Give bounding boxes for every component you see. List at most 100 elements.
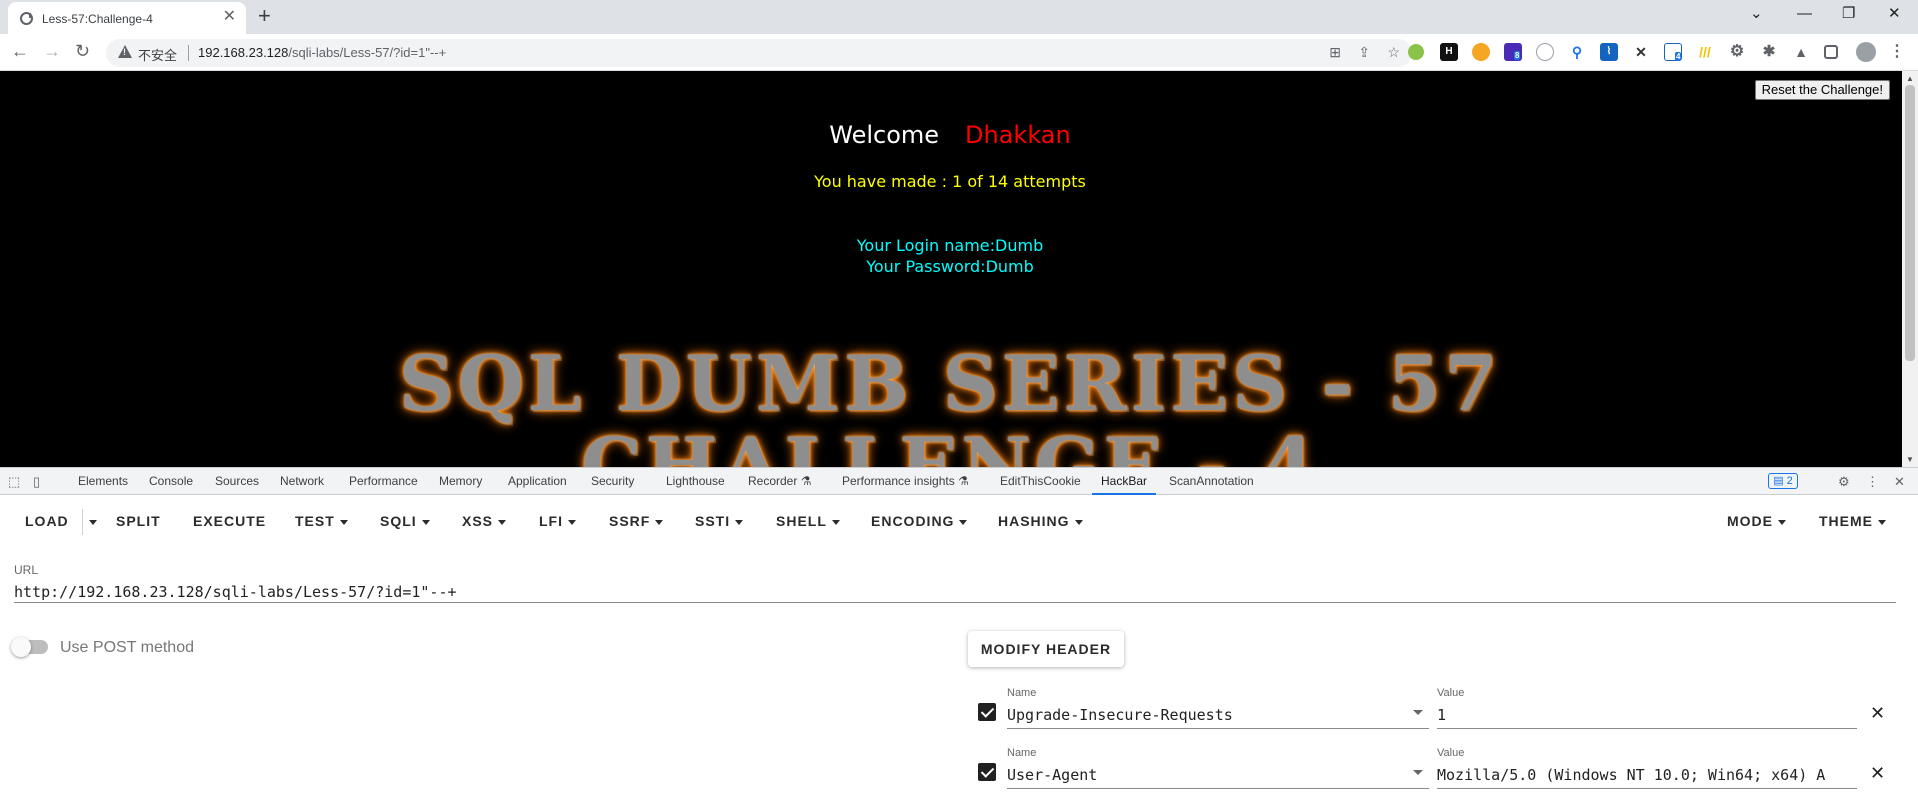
inspect-element-icon[interactable]: ⬚	[8, 474, 20, 490]
new-tab-button[interactable]: +	[258, 5, 271, 27]
tab-elements[interactable]: Elements	[78, 468, 128, 495]
remove-header-icon[interactable]: ✕	[1870, 703, 1885, 724]
flask-icon[interactable]: ▲	[1792, 43, 1810, 61]
load-dropdown-icon[interactable]	[84, 513, 97, 529]
extension-h-icon[interactable]: H	[1440, 43, 1458, 61]
sqli-menu-label: SQLI	[380, 513, 417, 529]
extension-link-icon[interactable]	[1536, 43, 1554, 61]
share-icon[interactable]: ⇪	[1358, 44, 1370, 61]
url-text[interactable]: 192.168.23.128/sqli-labs/Less-57/?id=1"-…	[198, 45, 446, 60]
tab-sources[interactable]: Sources	[215, 468, 259, 495]
page-scrollbar[interactable]: ▲ ▼	[1902, 71, 1918, 467]
tab-console[interactable]: Console	[149, 468, 193, 495]
settings-gear-icon[interactable]: ⚙	[1838, 474, 1850, 490]
chevron-down-icon[interactable]: ⌄	[1750, 4, 1763, 24]
encoding-menu[interactable]: ENCODING	[871, 513, 968, 529]
sqli-menu[interactable]: SQLI	[380, 513, 430, 529]
header-enabled-checkbox[interactable]	[978, 763, 996, 781]
extension-scan-icon[interactable]: 4	[1664, 43, 1682, 61]
banner-subtitle: CHALLENGE - 4	[581, 421, 1319, 467]
scroll-up-icon[interactable]: ▲	[1906, 74, 1914, 83]
kebab-menu-icon[interactable]: ⋮	[1888, 43, 1906, 61]
extension-x-icon[interactable]: ✕	[1632, 43, 1650, 61]
badge-8: 8	[1514, 51, 1521, 60]
security-label[interactable]: 不安全	[138, 45, 177, 64]
gear-icon[interactable]: ⚙	[1728, 43, 1746, 61]
device-toolbar-icon[interactable]: ▯	[33, 474, 40, 490]
extension-hat-icon[interactable]: 8	[1504, 43, 1522, 61]
tab-recorder[interactable]: Recorder ⚗	[748, 468, 811, 495]
xss-menu[interactable]: XSS	[462, 513, 507, 529]
theme-menu-label: THEME	[1819, 513, 1873, 529]
header-value-field[interactable]: Mozilla/5.0 (Windows NT 10.0; Win64; x64…	[1437, 763, 1857, 789]
extension-lines-icon[interactable]: ///	[1696, 43, 1714, 61]
header-enabled-checkbox[interactable]	[978, 703, 996, 721]
back-arrow-icon[interactable]: ←	[11, 42, 29, 60]
extension-circle-icon[interactable]	[1408, 44, 1424, 60]
tab-close-button[interactable]: ✕	[223, 9, 236, 25]
test-menu-label: TEST	[295, 513, 335, 529]
more-options-icon[interactable]: ⋮	[1866, 474, 1879, 490]
reset-challenge-button[interactable]: Reset the Challenge!	[1754, 80, 1890, 100]
browser-tab[interactable]: Less-57:Challenge-4 ✕	[8, 2, 246, 34]
chat-icon: ▤	[1773, 475, 1784, 487]
shell-menu[interactable]: SHELL	[776, 513, 840, 529]
split-button[interactable]: SPLIT	[116, 513, 161, 529]
load-button[interactable]: LOAD	[25, 513, 69, 529]
issues-badge[interactable]: ▤ 2	[1768, 473, 1798, 489]
tab-application[interactable]: Application	[508, 468, 567, 495]
xss-menu-label: XSS	[462, 513, 494, 529]
tab-performance-insights[interactable]: Performance insights ⚗	[842, 468, 969, 495]
tab-memory[interactable]: Memory	[439, 468, 482, 495]
tab-performance-insights-label: Performance insights	[842, 474, 955, 488]
scroll-down-icon[interactable]: ▼	[1906, 455, 1914, 464]
caret-down-icon	[655, 519, 664, 525]
tab-lighthouse[interactable]: Lighthouse	[666, 468, 725, 495]
modify-header-button[interactable]: MODIFY HEADER	[968, 631, 1124, 667]
tab-security[interactable]: Security	[591, 468, 634, 495]
ssti-menu[interactable]: SSTI	[695, 513, 744, 529]
test-menu[interactable]: TEST	[295, 513, 348, 529]
restore-button[interactable]: ❐	[1842, 4, 1855, 24]
caret-down-icon[interactable]	[1413, 770, 1423, 775]
tab-scanannotation[interactable]: ScanAnnotation	[1169, 468, 1254, 495]
extension-chart-icon[interactable]: ⌇	[1600, 43, 1618, 61]
lfi-menu-label: LFI	[539, 513, 563, 529]
close-devtools-icon[interactable]: ✕	[1894, 474, 1905, 490]
header-name-field[interactable]: User-Agent	[1007, 763, 1429, 789]
address-bar[interactable]: 不安全 192.168.23.128/sqli-labs/Less-57/?id…	[106, 39, 1412, 67]
mode-menu[interactable]: MODE	[1727, 513, 1786, 529]
scrollbar-thumb[interactable]	[1905, 85, 1915, 361]
url-label: URL	[14, 563, 39, 577]
ssrf-menu[interactable]: SSRF	[609, 513, 664, 529]
translate-icon[interactable]: ⊞	[1329, 44, 1341, 61]
caret-down-icon	[339, 519, 348, 525]
reload-icon[interactable]: ↻	[75, 42, 90, 60]
theme-menu[interactable]: THEME	[1819, 513, 1886, 529]
side-panel-icon[interactable]	[1824, 45, 1838, 59]
caret-down-icon[interactable]	[1413, 710, 1423, 715]
user-name: Dhakkan	[965, 121, 1071, 149]
hashing-menu[interactable]: HASHING	[998, 513, 1083, 529]
url-input[interactable]	[14, 581, 1896, 603]
tab-performance[interactable]: Performance	[349, 468, 418, 495]
tab-recorder-label: Recorder	[748, 474, 798, 488]
window-close-button[interactable]: ✕	[1888, 4, 1901, 24]
cookie-icon[interactable]	[1472, 43, 1490, 61]
tab-hackbar[interactable]: HackBar	[1092, 468, 1157, 495]
remove-header-icon[interactable]: ✕	[1870, 763, 1885, 784]
post-method-toggle[interactable]	[11, 637, 48, 657]
tab-editthiscookie[interactable]: EditThisCookie	[1000, 468, 1081, 495]
encoding-menu-label: ENCODING	[871, 513, 955, 529]
profile-avatar-icon[interactable]	[1856, 42, 1876, 62]
forward-arrow-icon[interactable]: →	[43, 42, 61, 60]
minimize-button[interactable]: —	[1797, 4, 1812, 24]
extension-pin-icon[interactable]: ⚲	[1568, 43, 1586, 61]
tab-network[interactable]: Network	[280, 468, 324, 495]
lfi-menu[interactable]: LFI	[539, 513, 576, 529]
execute-button[interactable]: EXECUTE	[193, 513, 266, 529]
header-name-field[interactable]: Upgrade-Insecure-Requests	[1007, 703, 1429, 729]
header-value-field[interactable]: 1	[1437, 703, 1857, 729]
puzzle-icon[interactable]: ✱	[1760, 43, 1778, 61]
bookmark-star-icon[interactable]: ☆	[1387, 44, 1400, 61]
